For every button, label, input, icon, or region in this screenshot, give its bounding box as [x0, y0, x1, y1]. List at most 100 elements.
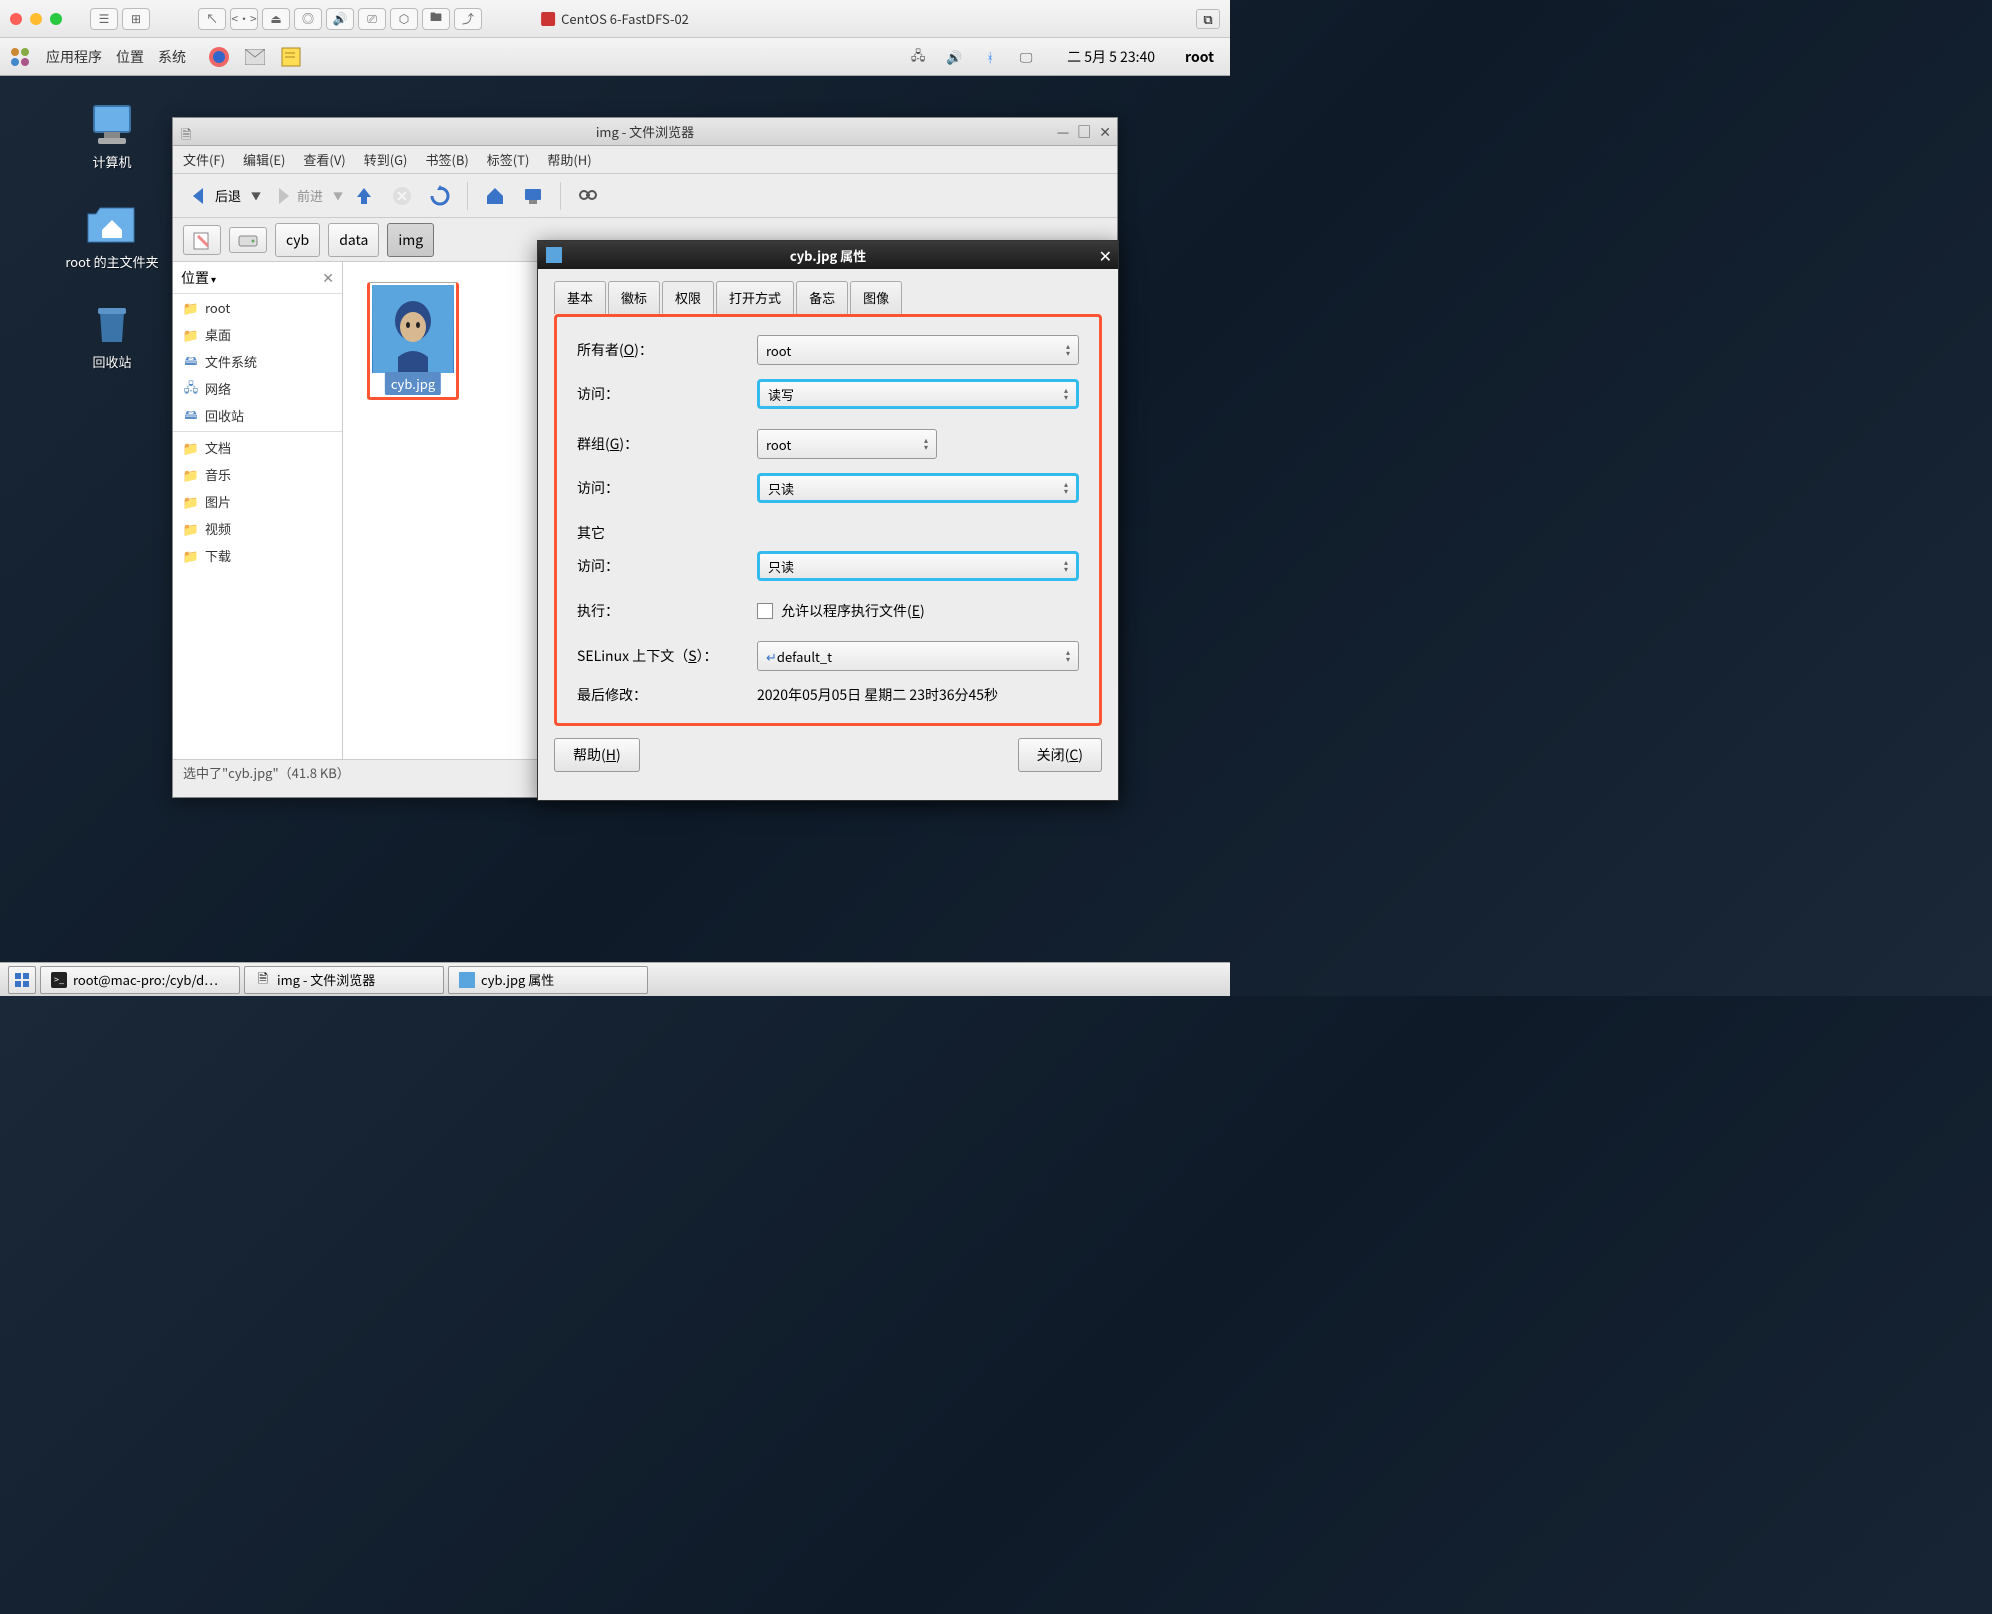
display-icon[interactable]: 🖵 — [1015, 46, 1037, 68]
taskbar-label: root@mac-pro:/cyb/d… — [73, 970, 218, 989]
mac-tool-camera-icon[interactable]: ⎚ — [358, 8, 386, 30]
sidebar-item-filesystem[interactable]: 🖴文件系统 — [173, 348, 342, 375]
sidebar-item-downloads[interactable]: 📁下载 — [173, 542, 342, 569]
desktop-icon-home[interactable]: root 的主文件夹 — [42, 200, 182, 271]
menu-help[interactable]: 帮助(H) — [547, 150, 591, 169]
sidebar-close-icon[interactable]: ✕ — [322, 268, 334, 288]
mac-maximize-button[interactable] — [50, 13, 62, 25]
sidebar-item-root[interactable]: 📁root — [173, 294, 342, 321]
group-access-select[interactable]: 只读▴▾ — [757, 473, 1079, 503]
menu-places[interactable]: 位置 — [116, 47, 144, 67]
tab-notes[interactable]: 备忘 — [796, 281, 848, 314]
back-dropdown-icon[interactable]: ▼ — [251, 188, 261, 203]
mac-tool-eject-icon[interactable]: ⏏ — [262, 8, 290, 30]
sidebar-item-documents[interactable]: 📁文档 — [173, 434, 342, 461]
tab-openwith[interactable]: 打开方式 — [716, 281, 794, 314]
search-button[interactable] — [571, 180, 605, 212]
sidebar-item-music[interactable]: 📁音乐 — [173, 461, 342, 488]
mac-tool-folder-icon[interactable]: 🖿 — [422, 8, 450, 30]
mac-toolbar-btn[interactable]: ☰ — [90, 8, 118, 30]
tab-basic[interactable]: 基本 — [554, 281, 606, 314]
desktop-icon-trash[interactable]: 回收站 — [62, 300, 162, 371]
taskbar-item-terminal[interactable]: >_ root@mac-pro:/cyb/d… — [40, 966, 240, 994]
panel-user[interactable]: root — [1185, 47, 1214, 67]
up-button[interactable] — [347, 180, 381, 212]
help-button[interactable]: 帮助(H) — [554, 738, 640, 772]
window-minimize-icon[interactable]: — — [1057, 122, 1070, 142]
menu-bookmarks[interactable]: 书签(B) — [425, 150, 468, 169]
mac-tool-code-icon[interactable]: <·> — [230, 8, 258, 30]
mac-tool-usb-icon[interactable]: ⬡ — [390, 8, 418, 30]
reload-button[interactable] — [423, 180, 457, 212]
path-segment-data[interactable]: data — [328, 223, 379, 257]
group-select[interactable]: root▴▾ — [757, 429, 937, 459]
path-edit-button[interactable] — [183, 225, 221, 255]
menu-tabs[interactable]: 标签(T) — [487, 150, 530, 169]
taskbar-show-desktop[interactable] — [8, 966, 36, 994]
owner-access-select[interactable]: 读写▴▾ — [757, 379, 1079, 409]
mac-close-button[interactable] — [10, 13, 22, 25]
sidebar-item-desktop[interactable]: 📁桌面 — [173, 321, 342, 348]
mac-tool-mouse-icon[interactable]: ↖ — [198, 8, 226, 30]
gnome-logo-icon[interactable] — [8, 45, 32, 69]
folder-icon: 📁 — [183, 494, 199, 510]
mac-title-text: CentOS 6-FastDFS-02 — [561, 9, 689, 28]
menu-applications[interactable]: 应用程序 — [46, 47, 102, 67]
mac-tool-share-icon[interactable]: ⤴ — [454, 8, 482, 30]
close-button[interactable]: 关闭(C) — [1018, 738, 1102, 772]
file-item-cyb-jpg[interactable]: cyb.jpg — [363, 282, 463, 400]
firefox-icon[interactable] — [208, 46, 230, 68]
folder-icon: 📁 — [183, 548, 199, 564]
window-maximize-icon[interactable]: □ — [1077, 122, 1091, 142]
notes-icon[interactable] — [280, 46, 302, 68]
mac-toolbar-btn[interactable]: ⊞ — [122, 8, 150, 30]
selinux-select[interactable]: ↵default_t▴▾ — [757, 641, 1079, 671]
mac-minimize-button[interactable] — [30, 13, 42, 25]
owner-select[interactable]: root▴▾ — [757, 335, 1079, 365]
sidebar-header[interactable]: 位置▾ ✕ — [173, 262, 342, 294]
forward-label: 前进 — [297, 186, 323, 205]
tab-image[interactable]: 图像 — [850, 281, 902, 314]
tab-emblems[interactable]: 徽标 — [608, 281, 660, 314]
computer-button[interactable] — [516, 180, 550, 212]
filebrowser-icon: 🗎 — [255, 972, 271, 988]
mac-fullscreen-icon[interactable]: ⧉ — [1196, 9, 1220, 29]
menu-edit[interactable]: 编辑(E) — [243, 150, 285, 169]
path-segment-cyb[interactable]: cyb — [275, 223, 320, 257]
menu-goto[interactable]: 转到(G) — [364, 150, 408, 169]
network-icon[interactable]: 🖧 — [907, 46, 929, 68]
bluetooth-icon[interactable]: ᚼ — [979, 46, 1001, 68]
home-button[interactable] — [478, 180, 512, 212]
mac-tool-disc-icon[interactable]: ◎ — [294, 8, 322, 30]
menu-file[interactable]: 文件(F) — [183, 150, 225, 169]
sidebar-item-network[interactable]: 🖧网络 — [173, 375, 342, 402]
panel-datetime[interactable]: 二 5月 5 23:40 — [1067, 47, 1155, 67]
properties-close-icon[interactable]: ✕ — [1099, 243, 1112, 267]
sidebar-item-pictures[interactable]: 📁图片 — [173, 488, 342, 515]
sidebar-item-videos[interactable]: 📁视频 — [173, 515, 342, 542]
taskbar-item-properties[interactable]: cyb.jpg 属性 — [448, 966, 648, 994]
other-access-select[interactable]: 只读▴▾ — [757, 551, 1079, 581]
sound-icon[interactable]: 🔊 — [943, 46, 965, 68]
path-segment-img[interactable]: img — [387, 223, 434, 257]
file-thumbnail: cyb.jpg — [367, 282, 459, 400]
desktop-icon-computer[interactable]: 计算机 — [62, 100, 162, 171]
tab-permissions[interactable]: 权限 — [662, 281, 714, 314]
mac-tool-sound-icon[interactable]: 🔊 — [326, 8, 354, 30]
properties-titlebar[interactable]: cyb.jpg 属性 ✕ — [538, 241, 1118, 269]
menu-system[interactable]: 系统 — [158, 47, 186, 67]
taskbar-item-filebrowser[interactable]: 🗎 img - 文件浏览器 — [244, 966, 444, 994]
folder-icon: 📁 — [183, 327, 199, 343]
sidebar-item-trash[interactable]: 🖴回收站 — [173, 402, 342, 429]
filebrowser-title: img - 文件浏览器 — [596, 122, 694, 141]
menu-view[interactable]: 查看(V) — [303, 150, 345, 169]
taskbar-label: img - 文件浏览器 — [277, 970, 375, 989]
execute-checkbox[interactable] — [757, 603, 773, 619]
group-access-label: 访问： — [577, 478, 757, 498]
filebrowser-toolbar: 后退 ▼ 前进 ▼ — [173, 174, 1117, 218]
mail-icon[interactable] — [244, 46, 266, 68]
back-button[interactable]: 后退 — [183, 180, 247, 212]
window-close-icon[interactable]: ✕ — [1099, 122, 1111, 142]
filebrowser-titlebar[interactable]: 🗎 img - 文件浏览器 — □ ✕ — [173, 118, 1117, 146]
path-drive-button[interactable] — [229, 227, 267, 253]
